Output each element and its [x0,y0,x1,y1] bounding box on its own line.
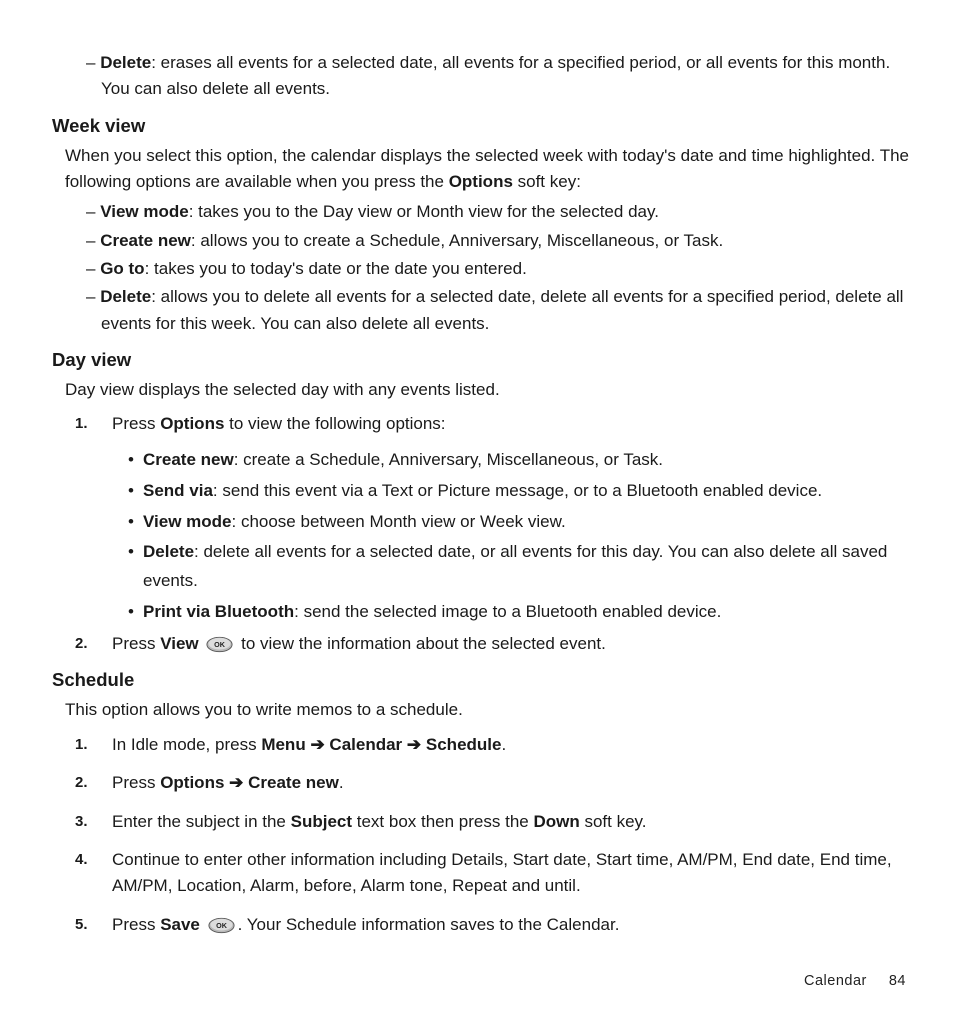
option-text: : takes you to the Day view or Month vie… [189,202,659,221]
text: Enter the subject in the [112,812,291,831]
day-step-1: 1. Press Options to view the following o… [52,411,910,627]
bold: Options [160,773,224,792]
text: to view the following options: [224,414,445,433]
arrow-icon: ➔ [310,735,324,754]
bold: Create new [248,773,339,792]
text: soft key. [580,812,647,831]
step-number: 1. [75,412,88,435]
bold: Down [533,812,579,831]
document-page: – Delete: erases all events for a select… [0,0,954,1029]
week-option-item: – View mode: takes you to the Day view o… [86,199,910,225]
option-text: : send the selected image to a Bluetooth… [294,602,721,621]
bold: Calendar [329,735,402,754]
footer-page-number: 84 [889,973,906,989]
step-number: 3. [75,810,88,833]
text: In Idle mode, press [112,735,261,754]
week-option-item: – Create new: allows you to create a Sch… [86,228,910,254]
schedule-step-2: 2. Press Options ➔ Create new. [52,770,910,796]
text: to view the information about the select… [241,634,606,653]
schedule-step-1: 1. In Idle mode, press Menu ➔ Calendar ➔… [52,732,910,758]
ok-button-icon [206,636,233,653]
bold: Schedule [426,735,502,754]
text: Press [112,773,160,792]
bold: Menu [261,735,305,754]
text: Press [112,414,160,433]
bold: Subject [291,812,352,831]
period: . [339,773,344,792]
ok-button-icon [208,917,235,934]
bold: Options [160,414,224,433]
week-intro-bold: Options [449,172,513,191]
step-number: 4. [75,848,88,871]
heading-schedule: Schedule [52,669,910,691]
option-text: : allows you to create a Schedule, Anniv… [191,231,723,250]
step-number: 5. [75,913,88,936]
option-text: : erases all events for a selected date,… [101,53,890,98]
heading-week-view: Week view [52,115,910,137]
text: Continue to enter other information incl… [112,850,892,895]
option-label: Send via [143,481,213,500]
schedule-step-3: 3. Enter the subject in the Subject text… [52,809,910,835]
day-option-item: View mode: choose between Month view or … [128,508,910,537]
text: . Your Schedule information saves to the… [238,915,620,934]
bold: Save [160,915,200,934]
option-label: Go to [100,259,144,278]
step-number: 2. [75,771,88,794]
week-intro-post: soft key: [513,172,581,191]
week-view-intro: When you select this option, the calenda… [65,143,910,196]
text: Press [112,634,160,653]
schedule-steps: 1. In Idle mode, press Menu ➔ Calendar ➔… [52,732,910,938]
option-text: : send this event via a Text or Picture … [213,481,822,500]
option-text: : choose between Month view or Week view… [232,512,566,531]
day-step-2: 2. Press View to view the information ab… [52,631,910,657]
day-option-item: Send via: send this event via a Text or … [128,477,910,506]
arrow-icon: ➔ [407,735,421,754]
bold: View [160,634,198,653]
option-label: Delete [100,53,151,72]
page-footer: Calendar 84 [52,973,910,989]
arrow-icon: ➔ [229,773,243,792]
option-label: View mode [100,202,189,221]
schedule-step-4: 4. Continue to enter other information i… [52,847,910,900]
step-number: 1. [75,733,88,756]
text: Press [112,915,160,934]
schedule-intro: This option allows you to write memos to… [65,697,910,723]
week-option-item: – Go to: takes you to today's date or th… [86,256,910,282]
option-text: : create a Schedule, Anniversary, Miscel… [234,450,663,469]
day-option-item: Create new: create a Schedule, Anniversa… [128,446,910,475]
option-text: : delete all events for a selected date,… [143,542,887,590]
option-label: Delete [100,287,151,306]
heading-day-view: Day view [52,349,910,371]
week-option-item: – Delete: allows you to delete all event… [86,284,910,337]
option-label: View mode [143,512,232,531]
month-option-delete: – Delete: erases all events for a select… [86,50,910,103]
text: text box then press the [352,812,533,831]
day-view-intro: Day view displays the selected day with … [65,377,910,403]
day-view-steps: 1. Press Options to view the following o… [52,411,910,657]
option-label: Create new [143,450,234,469]
period: . [501,735,506,754]
schedule-step-5: 5. Press Save . Your Schedule informatio… [52,912,910,938]
day-option-item: Delete: delete all events for a selected… [128,538,910,596]
option-text: : takes you to today's date or the date … [145,259,527,278]
day-option-item: Print via Bluetooth: send the selected i… [128,598,910,627]
footer-section: Calendar [804,973,867,989]
option-text: : allows you to delete all events for a … [101,287,903,332]
option-label: Delete [143,542,194,561]
option-label: Print via Bluetooth [143,602,294,621]
day-options-list: Create new: create a Schedule, Anniversa… [128,446,910,627]
step-number: 2. [75,632,88,655]
option-label: Create new [100,231,191,250]
